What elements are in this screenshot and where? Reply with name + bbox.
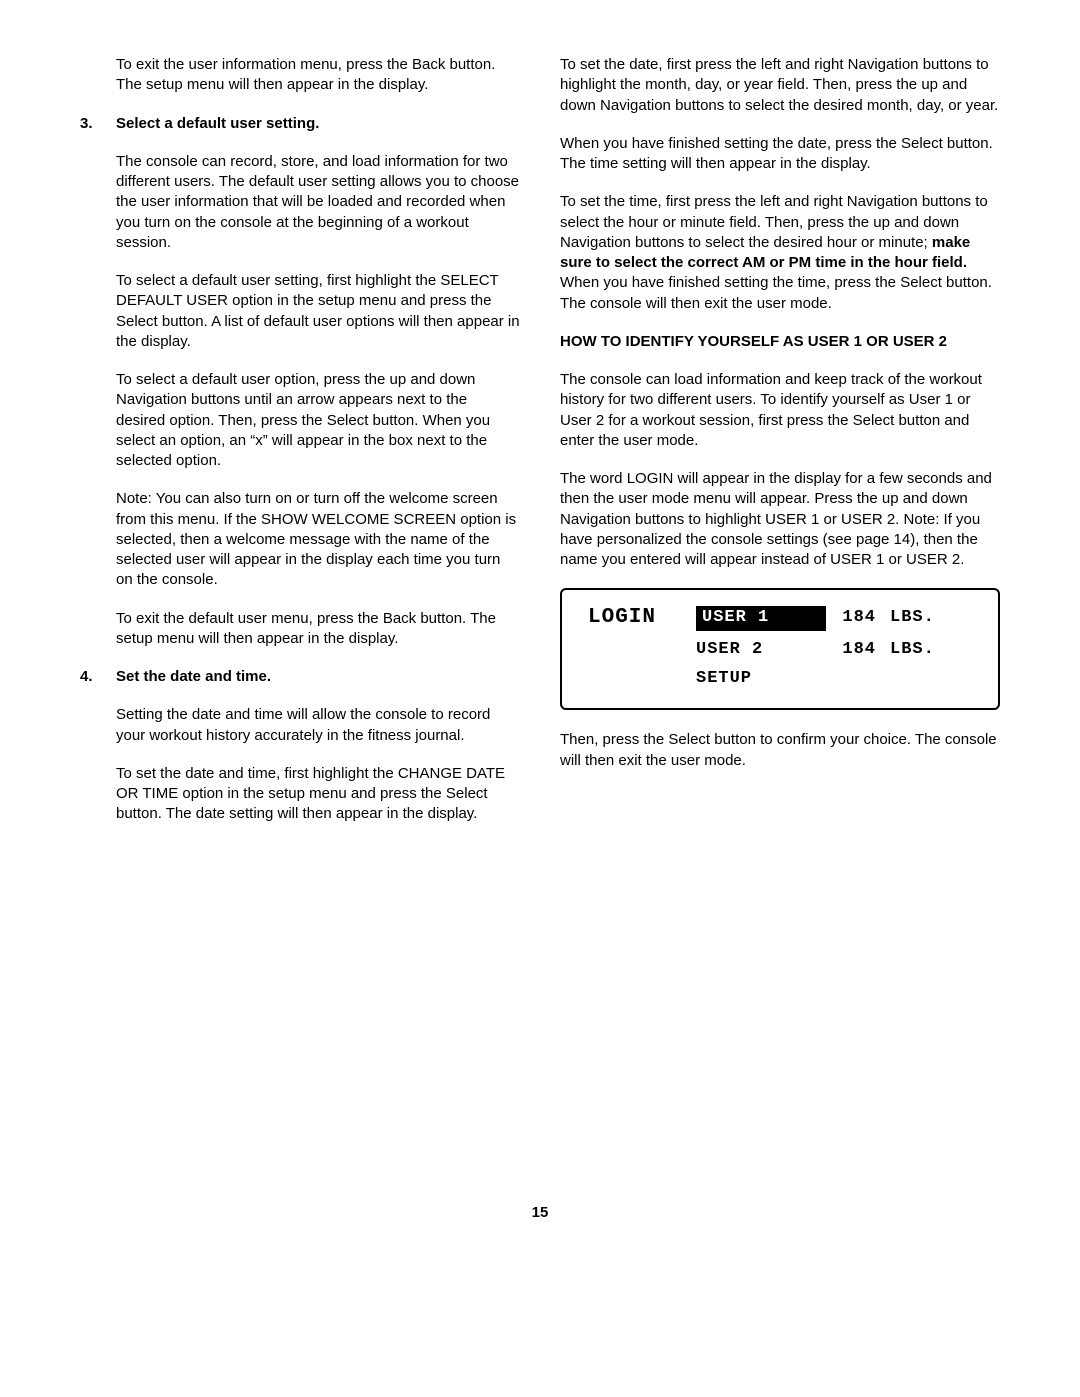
lcd-display: LOGIN USER 1 184 LBS. USER 2 184 LBS. SE… [560,588,1000,710]
two-column-layout: To exit the user information menu, press… [80,55,1000,843]
item-3-para-5: To exit the default user menu, press the… [116,609,520,650]
lcd-user-1-value: 184 [826,607,876,630]
lcd-user-1: USER 1 [696,606,826,631]
time-para-1a: To set the time, first press the left an… [560,193,988,251]
identify-para-2: The word LOGIN will appear in the displa… [560,469,1000,570]
time-para-1: To set the time, first press the left an… [560,192,1000,314]
lcd-row-1: LOGIN USER 1 184 LBS. [588,604,972,632]
exit-user-info-block: To exit the user information menu, press… [80,55,520,96]
identify-user-heading: HOW TO IDENTIFY YOURSELF AS USER 1 OR US… [560,332,1000,352]
item-3-para-1: The console can record, store, and load … [116,152,520,253]
item-4-number: 4. [80,667,93,687]
item-3-heading: Select a default user setting. [116,114,520,134]
item-3-para-2: To select a default user setting, first … [116,271,520,352]
lcd-setup: SETUP [696,668,826,691]
date-para-1: To set the date, first press the left an… [560,55,1000,116]
lcd-row-2: USER 2 184 LBS. [588,639,972,662]
time-para-1b: When you have finished setting the time,… [560,274,992,311]
item-4-heading: Set the date and time. [116,667,520,687]
identify-para-1: The console can load information and kee… [560,370,1000,451]
lcd-user-1-unit: LBS. [890,607,935,630]
lcd-login-label: LOGIN [588,604,668,632]
lcd-user-2-value: 184 [826,639,876,662]
lcd-user-2-unit: LBS. [890,639,935,662]
lcd-row-3: SETUP [588,668,972,691]
item-3-para-3: To select a default user option, press t… [116,370,520,471]
lcd-user-2: USER 2 [696,639,826,662]
item-3-number: 3. [80,114,93,134]
date-para-2: When you have finished setting the date,… [560,134,1000,175]
item-4-para-1: Setting the date and time will allow the… [116,705,520,746]
lcd-user-1-highlight: USER 1 [696,606,826,631]
left-column: To exit the user information menu, press… [80,55,520,843]
right-column: To set the date, first press the left an… [560,55,1000,843]
item-3-para-4: Note: You can also turn on or turn off t… [116,489,520,590]
exit-user-info-text: To exit the user information menu, press… [116,55,520,96]
identify-para-3: Then, press the Select button to confirm… [560,730,1000,771]
item-3: 3. Select a default user setting. The co… [80,114,520,650]
item-4-para-2: To set the date and time, first highligh… [116,764,520,825]
item-4: 4. Set the date and time. Setting the da… [80,667,520,825]
page-number: 15 [80,1203,1000,1223]
